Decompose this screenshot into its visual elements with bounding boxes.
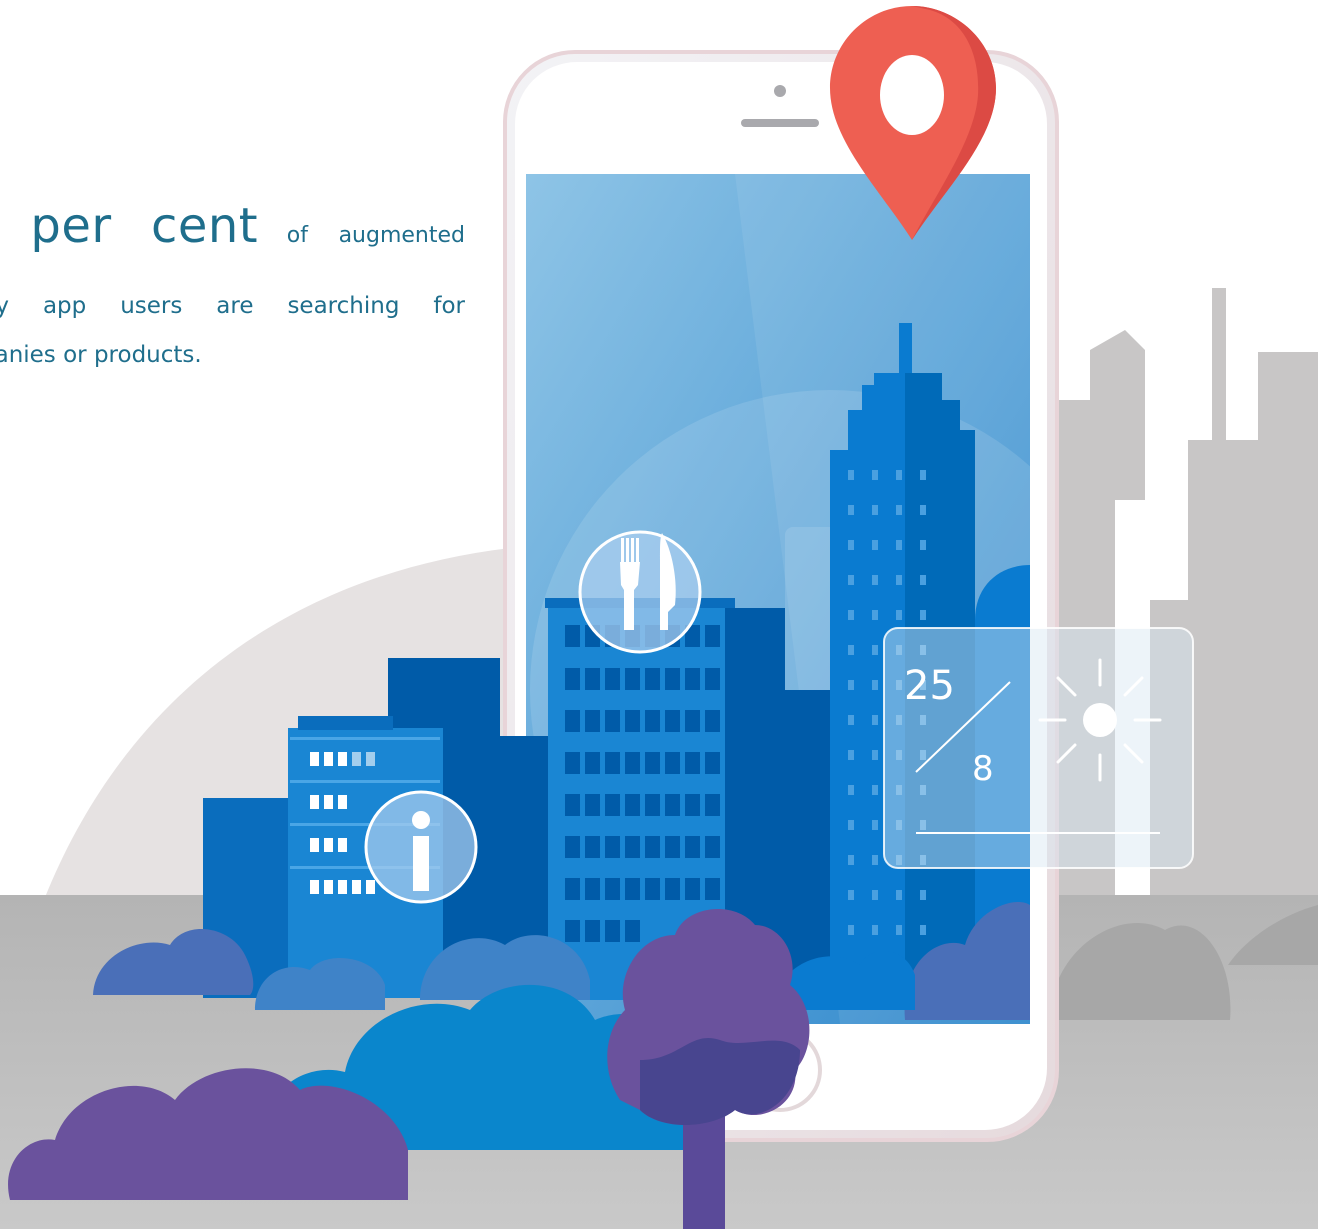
- stat-line-3: panies or products.: [0, 342, 202, 368]
- map-pin-icon: [880, 55, 944, 135]
- weather-widget[interactable]: 25 8: [883, 627, 1194, 869]
- stat-line-2: ity app users are searching for: [0, 293, 465, 319]
- weather-low-temp: 8: [972, 749, 994, 789]
- phone-camera: [774, 85, 786, 97]
- stat-lead-in: of augmented: [286, 223, 466, 248]
- info-icon: [412, 811, 430, 891]
- restaurant-badge[interactable]: [578, 530, 702, 654]
- phone-speaker: [741, 119, 819, 127]
- weather-high-temp: 25: [904, 663, 955, 709]
- info-badge[interactable]: [364, 790, 478, 904]
- sun-icon: [1038, 658, 1162, 782]
- stat-figure: 9 per cent: [0, 198, 259, 254]
- ar-city-illustration: 25 8: [0, 6, 1318, 1229]
- stat-headline: 9 per cent of augmented: [0, 198, 465, 254]
